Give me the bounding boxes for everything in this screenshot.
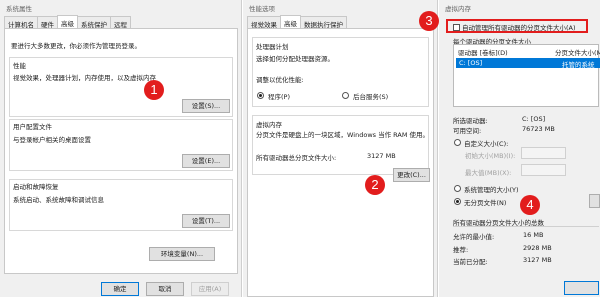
initial-size-input[interactable] bbox=[521, 147, 566, 159]
startup-recovery-group: 启动和故障恢复 系统启动、系统故障和调试信息 设置(T)... bbox=[9, 179, 233, 231]
performance-desc: 视觉效果，处理器计划，内存使用，以及虚拟内存 bbox=[13, 74, 156, 82]
admin-note: 要进行大多数更改，你必须作为管理员登录。 bbox=[11, 42, 141, 50]
optimize-label: 调整以优化性能: bbox=[256, 76, 304, 84]
performance-group: 性能 视觉效果，处理器计划，内存使用，以及虚拟内存 设置(S)... bbox=[9, 57, 233, 117]
tab-system-protection[interactable]: 系统保护 bbox=[77, 16, 111, 29]
tab-remote[interactable]: 远程 bbox=[110, 16, 131, 29]
divider bbox=[453, 226, 599, 227]
custom-size-label: 自定义大小(C): bbox=[464, 140, 509, 148]
step-3-badge: 3 bbox=[419, 11, 439, 31]
currently-allocated-value: 3127 MB bbox=[523, 256, 552, 264]
initial-size-label: 初始大小(MB)(I): bbox=[465, 152, 516, 160]
user-profile-group: 用户配置文件 与登录帐户相关的桌面设置 设置(E)... bbox=[9, 119, 233, 171]
system-properties-window: 系统属性 计算机名 硬件 高级 系统保护 远程 要进行大多数更改，你必须作为管理… bbox=[0, 0, 242, 297]
change-button[interactable]: 更改(C)... bbox=[393, 168, 430, 182]
step-2-badge: 2 bbox=[365, 175, 385, 195]
max-size-label: 最大值(MB)(X): bbox=[465, 169, 512, 177]
recommended-label: 推荐: bbox=[453, 246, 469, 254]
user-profile-desc: 与登录帐户相关的桌面设置 bbox=[13, 136, 91, 144]
system-managed-radio[interactable] bbox=[454, 185, 461, 192]
advanced-panel: 处理器计划 选择如何分配处理器资源。 调整以优化性能: 程序(P) 后台服务(S… bbox=[247, 28, 434, 297]
step-1-badge: 1 bbox=[144, 80, 164, 100]
tab-bar: 视觉效果 高级 数据执行保护 bbox=[247, 15, 347, 29]
max-size-input[interactable] bbox=[521, 164, 566, 176]
performance-settings-button[interactable]: 设置(S)... bbox=[182, 99, 230, 113]
tab-hardware[interactable]: 硬件 bbox=[37, 16, 58, 29]
auto-manage-highlight bbox=[446, 19, 588, 33]
total-paging-value: 3127 MB bbox=[367, 152, 396, 160]
total-paging-label: 所有驱动器总分页文件大小: bbox=[256, 154, 337, 162]
ok-button[interactable]: 确定 bbox=[101, 282, 139, 296]
set-button[interactable] bbox=[589, 194, 600, 208]
minimum-value: 16 MB bbox=[523, 231, 544, 239]
programs-label: 程序(P) bbox=[268, 93, 290, 101]
currently-allocated-label: 当前已分配: bbox=[453, 258, 488, 266]
minimum-label: 允许的最小值: bbox=[453, 233, 495, 241]
processor-scheduling-group: 处理器计划 选择如何分配处理器资源。 调整以优化性能: 程序(P) 后台服务(S… bbox=[252, 37, 429, 107]
virtual-memory-title: 虚拟内存 bbox=[256, 121, 282, 129]
startup-recovery-settings-button[interactable]: 设置(T)... bbox=[182, 214, 230, 228]
size-column-header[interactable]: 分页文件大小(MB) bbox=[555, 47, 600, 57]
drive-name: C: [OS] bbox=[459, 59, 483, 67]
virtual-memory-window: 虚拟内存 自动管理所有驱动器的分页文件大小(A) 每个驱动器的分页文件大小 驱动… bbox=[439, 0, 600, 297]
programs-radio[interactable] bbox=[257, 92, 264, 99]
tab-advanced[interactable]: 高级 bbox=[280, 15, 301, 28]
background-services-label: 后台服务(S) bbox=[353, 93, 389, 101]
drive-paging-size: 托管的系统 bbox=[562, 61, 595, 69]
drive-list[interactable]: 驱动器 [卷标](D) 分页文件大小(MB) C: [OS] 托管的系统 bbox=[453, 44, 600, 107]
virtual-memory-group: 虚拟内存 分页文件是硬盘上的一块区域，Windows 当作 RAM 使用。 所有… bbox=[252, 115, 429, 175]
processor-scheduling-desc: 选择如何分配处理器资源。 bbox=[256, 55, 334, 63]
tab-computer-name[interactable]: 计算机名 bbox=[4, 16, 38, 29]
no-paging-file-radio[interactable] bbox=[454, 198, 461, 205]
free-space-label: 可用空间: bbox=[453, 127, 482, 135]
advanced-panel: 要进行大多数更改，你必须作为管理员登录。 性能 视觉效果，处理器计划，内存使用，… bbox=[4, 28, 238, 274]
custom-size-radio[interactable] bbox=[454, 139, 461, 146]
processor-scheduling-title: 处理器计划 bbox=[256, 43, 289, 51]
user-profile-title: 用户配置文件 bbox=[13, 123, 52, 131]
environment-variables-button[interactable]: 环境变量(N)... bbox=[149, 247, 215, 261]
recommended-value: 2928 MB bbox=[523, 244, 552, 252]
list-item[interactable]: C: [OS] 托管的系统 bbox=[456, 58, 600, 69]
window-title: 虚拟内存 bbox=[445, 5, 471, 13]
tab-advanced[interactable]: 高级 bbox=[57, 15, 78, 28]
performance-options-window: 性能选项 视觉效果 高级 数据执行保护 处理器计划 选择如何分配处理器资源。 调… bbox=[243, 0, 438, 297]
window-title: 系统属性 bbox=[6, 5, 32, 13]
drive-column-header[interactable]: 驱动器 [卷标](D) bbox=[458, 47, 508, 57]
tab-bar: 计算机名 硬件 高级 系统保护 远程 bbox=[4, 15, 131, 29]
window-title: 性能选项 bbox=[249, 5, 275, 13]
user-profile-settings-button[interactable]: 设置(E)... bbox=[182, 154, 230, 168]
performance-title: 性能 bbox=[13, 62, 26, 70]
step-4-badge: 4 bbox=[520, 195, 540, 215]
selected-drive-value: C: [OS] bbox=[522, 115, 546, 123]
startup-recovery-desc: 系统启动、系统故障和调试信息 bbox=[13, 196, 104, 204]
cancel-button[interactable]: 取消 bbox=[146, 282, 184, 296]
tab-dep[interactable]: 数据执行保护 bbox=[300, 16, 347, 29]
ok-button[interactable] bbox=[564, 281, 599, 295]
virtual-memory-desc: 分页文件是硬盘上的一块区域，Windows 当作 RAM 使用。 bbox=[256, 131, 430, 139]
background-services-radio[interactable] bbox=[342, 92, 349, 99]
startup-recovery-title: 启动和故障恢复 bbox=[13, 183, 59, 191]
free-space-value: 76723 MB bbox=[522, 125, 555, 133]
system-managed-label: 系统管理的大小(Y) bbox=[464, 186, 519, 194]
no-paging-file-label: 无分页文件(N) bbox=[464, 199, 507, 207]
selected-drive-label: 所选驱动器: bbox=[453, 117, 488, 125]
apply-button[interactable]: 应用(A) bbox=[191, 282, 229, 296]
tab-visual-effects[interactable]: 视觉效果 bbox=[247, 16, 281, 29]
